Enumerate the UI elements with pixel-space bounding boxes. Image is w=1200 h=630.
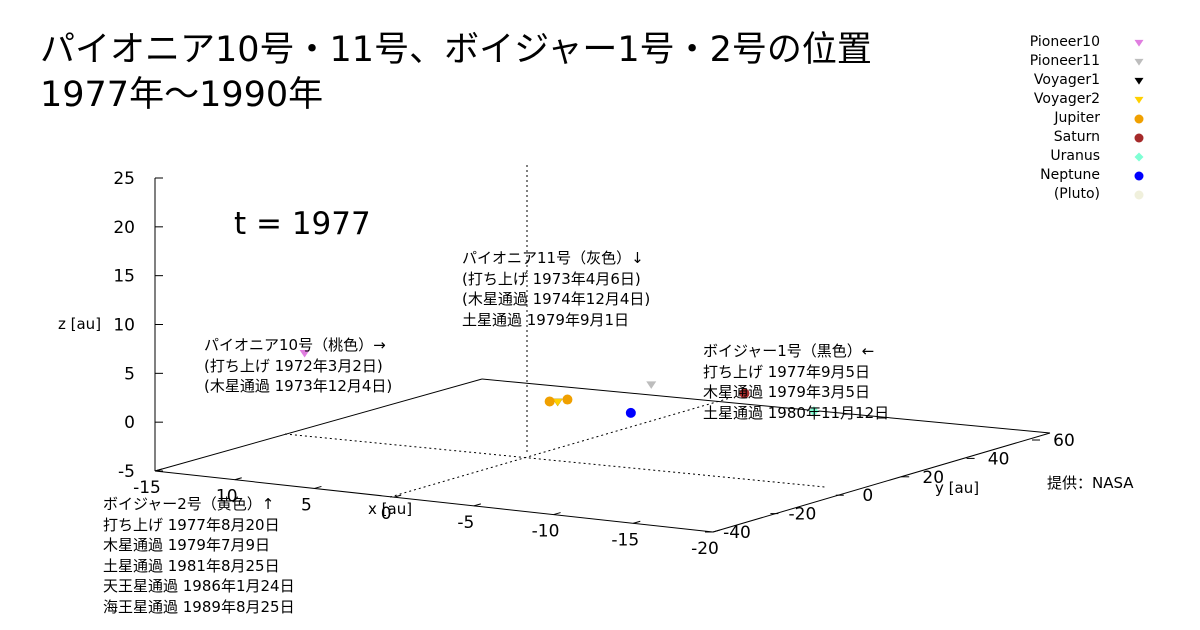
pioneer11-note-line: 土星通過 1979年9月1日 [462,310,630,329]
pioneer11-marker [646,381,657,389]
legend-item-neptune: Neptune [992,167,1152,186]
z-tick-label: 0 [124,413,135,433]
voyager2-note-line: 海王星通過 1989年8月25日 [103,597,295,616]
voyager1-note-line: 木星通過 1979年3月5日 [703,383,871,401]
legend-item-pioneer10: Pioneer10 [992,34,1152,53]
voyager1-note-line: ボイジャー1号（黒色）← [703,342,875,360]
y-zero-line [389,397,731,498]
legend-marker-voyager1 [1134,77,1144,85]
legend-marker-saturn [1134,133,1144,143]
voyager2-note-line: 木星通過 1979年7月9日 [103,536,271,554]
legend-symbol [1134,39,1144,47]
legend-item-pioneer11: Pioneer11 [992,53,1152,72]
x-tick [234,477,242,481]
x-tick-label: -10 [532,522,560,542]
y-tick-label: -20 [789,505,817,525]
legend-label: Uranus [1050,148,1100,164]
x-tick [314,485,322,489]
x-tick-label: -5 [457,513,474,533]
legend-marker-pioneer11 [1134,58,1144,66]
voyager2-note: ボイジャー2号（黄色）↑ 打ち上げ 1977年8月20日 木星通過 1979年7… [103,494,295,617]
legend-marker-pluto [1134,190,1144,200]
jupiter-marker [562,394,573,405]
legend-symbol [1134,96,1144,104]
y-axis-line [712,432,1051,533]
legend-item-uranus: Uranus [992,148,1152,167]
legend-symbol [1134,171,1144,181]
x-tick-label: 5 [301,495,312,515]
legend-marker-voyager2 [1134,96,1144,104]
legend-item-jupiter: Jupiter [992,110,1152,129]
pioneer11-note-line: (木星通過 1974年12月4日) [462,290,651,308]
x-tick [553,512,561,516]
z-axis-title: z [au] [58,315,101,333]
pioneer10-note-line: (木星通過 1973年12月4日) [204,377,393,395]
legend-marker-jupiter [1134,114,1144,124]
legend-item-saturn: Saturn [992,129,1152,148]
neptune-marker [625,407,636,418]
legend-label: (Pluto) [1053,186,1100,202]
y-tick-label: 40 [988,449,1010,469]
legend-label: Pioneer11 [1029,53,1100,69]
legend-symbol [1134,133,1144,143]
z-tick-label: 25 [113,169,135,189]
voyager2-note-line: ボイジャー2号（黄色）↑ [103,495,275,513]
legend-label: Saturn [1053,129,1100,145]
x-tick [712,529,721,533]
legend-label: Voyager1 [1033,72,1100,88]
legend-item-pluto: (Pluto) [992,186,1152,205]
legend-label: Neptune [1040,167,1100,183]
x-zero-line [284,433,826,488]
x-tick-label: -15 [611,530,639,550]
legend-label: Pioneer10 [1029,34,1100,50]
legend-item-voyager1: Voyager1 [992,72,1152,91]
pioneer11-note-line: (打ち上げ 1973年4月6日) [462,269,641,288]
legend-item-voyager2: Voyager2 [992,91,1152,110]
x-tick [473,503,481,507]
x-axis-title: x [au] [368,500,412,518]
y-axis-title: y [au] [935,479,979,497]
voyager1-note: ボイジャー1号（黒色）← 打ち上げ 1977年9月5日 木星通過 1979年3月… [703,341,889,423]
legend-label: Jupiter [1054,110,1100,126]
legend-symbol [1134,114,1144,124]
voyager2-note-line: 打ち上げ 1977年8月20日 [103,515,280,534]
legend-symbol [1134,152,1144,162]
z-tick-label: 20 [113,218,135,238]
voyager2-note-line: 土星通過 1981年8月25日 [103,556,280,575]
y-tick-label: -40 [723,523,751,543]
legend: Pioneer10 Pioneer11 Voyager1 Voyager2 Jupite… [992,34,1152,205]
z-tick-label: 5 [124,364,135,384]
pioneer10-note: パイオニア10号（桃色）→ (打ち上げ 1972年3月2日) (木星通過 197… [204,335,392,397]
jupiter-marker [544,396,555,407]
legend-marker-neptune [1134,171,1144,181]
time-label: t = 1977 [234,206,371,242]
voyager2-note-line: 天王星通過 1986年1月24日 [103,577,295,595]
legend-symbol [1134,58,1144,66]
pioneer10-note-line: パイオニア10号（桃色）→ [204,336,386,354]
voyager1-note-line: 打ち上げ 1977年9月5日 [703,362,871,381]
legend-symbol [1134,77,1144,85]
legend-marker-uranus [1134,152,1144,162]
pioneer11-note-line: パイオニア11号（灰色）↓ [462,249,644,267]
y-tick-label: 0 [862,486,873,506]
pioneer10-note-line: (打ち上げ 1972年3月2日) [204,356,383,375]
legend-label: Voyager2 [1033,91,1100,107]
z-tick-label: 15 [113,267,135,287]
voyager1-note-line: 土星通過 1980年11月12日 [703,403,890,422]
y-tick-label: 60 [1053,431,1075,451]
x-tick [633,520,641,524]
pioneer11-note: パイオニア11号（灰色）↓ (打ち上げ 1973年4月6日) (木星通過 197… [462,248,650,330]
z-tick-label: 10 [113,316,135,336]
legend-marker-pioneer10 [1134,39,1144,47]
x-tick-label: -20 [691,539,719,559]
legend-symbol [1134,190,1144,200]
credit-label: 提供：NASA [1047,474,1134,492]
